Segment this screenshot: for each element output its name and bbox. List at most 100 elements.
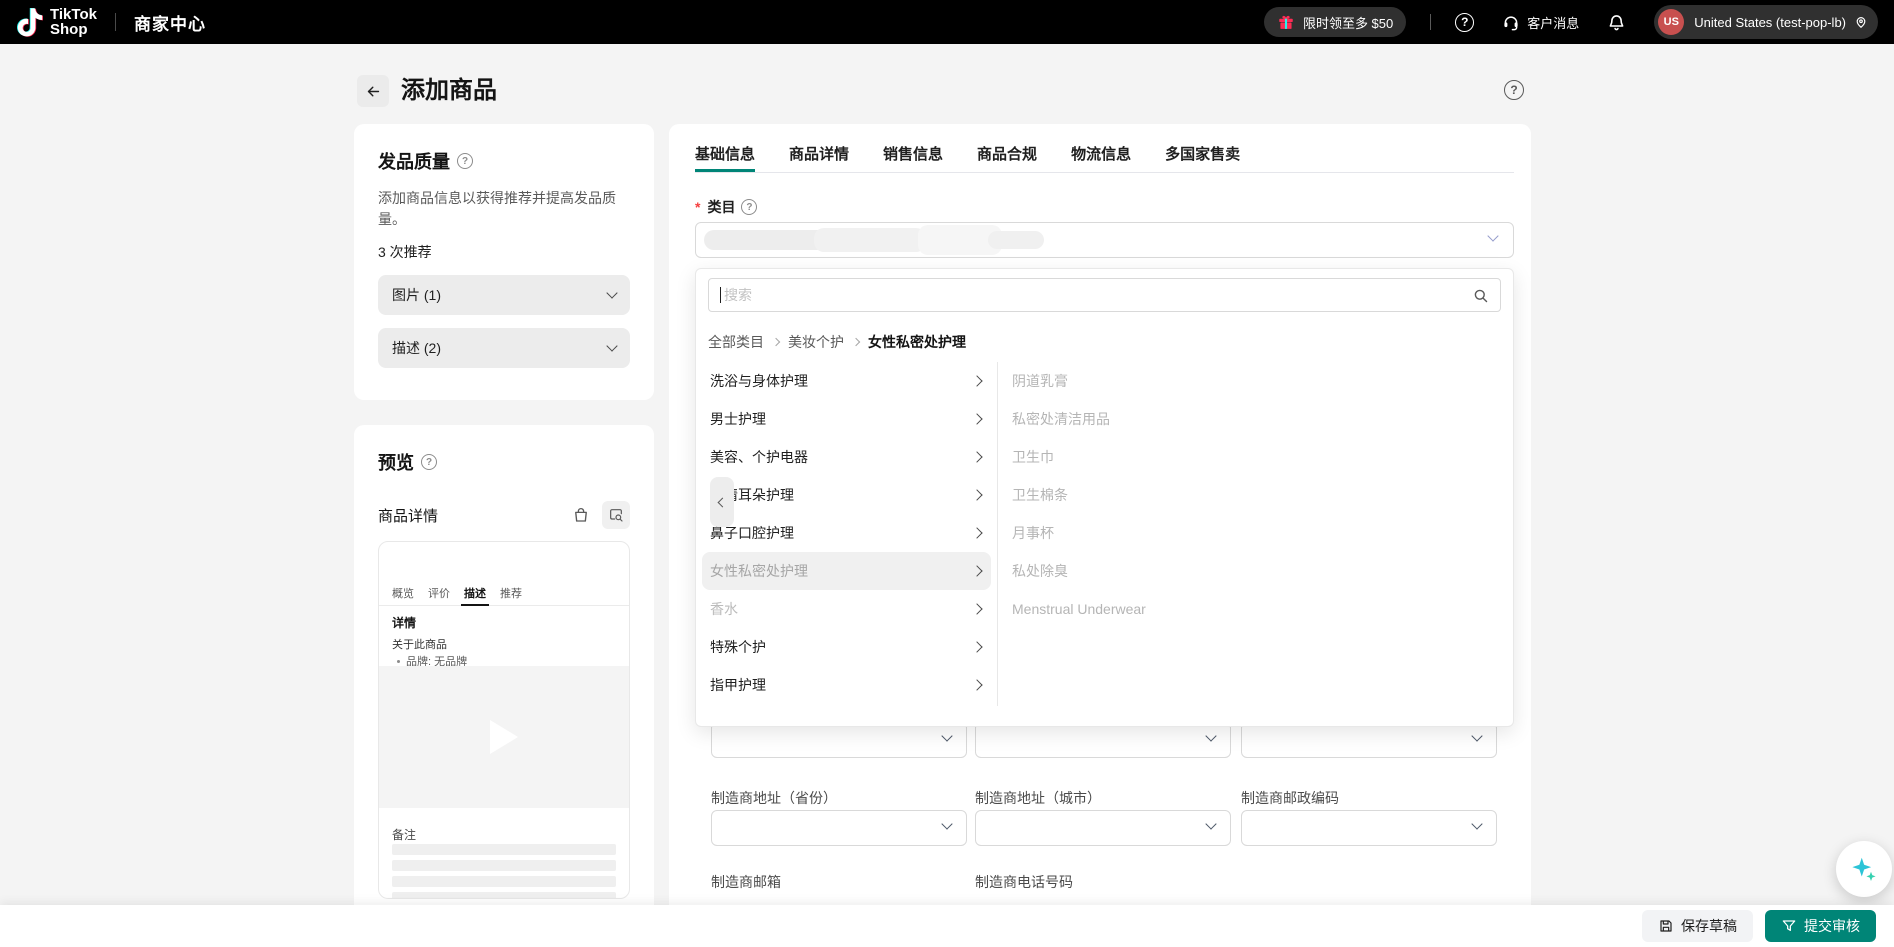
- back-button[interactable]: [357, 75, 389, 107]
- category-item[interactable]: 洗浴与身体护理: [696, 362, 997, 400]
- category-help-icon[interactable]: ?: [741, 199, 757, 215]
- preview-help-icon[interactable]: ?: [421, 454, 437, 470]
- collapse-panel-button[interactable]: [710, 477, 734, 527]
- category-item[interactable]: 男士护理: [696, 400, 997, 438]
- page-help-icon[interactable]: ?: [1504, 80, 1524, 100]
- tab-sales-info[interactable]: 销售信息: [883, 140, 943, 172]
- subcategory-item: Menstrual Underwear: [1012, 590, 1513, 628]
- shopping-bag-icon[interactable]: [572, 506, 590, 524]
- category-field-label: 类目: [707, 197, 735, 217]
- form-tab-bar: 基础信息 商品详情 销售信息 商品合规 物流信息 多国家售卖: [695, 140, 1514, 173]
- region-code-badge: US: [1658, 9, 1684, 35]
- preview-tab-reviews: 评价: [428, 584, 450, 605]
- preview-inspect-button[interactable]: [602, 501, 630, 529]
- category-select[interactable]: [695, 222, 1514, 258]
- quality-group-label: 图片 (1): [392, 285, 441, 305]
- category-item[interactable]: 鼻子口腔护理: [696, 514, 997, 552]
- quality-group-description[interactable]: 描述 (2): [378, 328, 630, 368]
- subcategory-item: 私处除臭: [1012, 552, 1513, 590]
- text-caret: [720, 287, 721, 303]
- search-icon: [1472, 287, 1489, 304]
- seller-center-title: 商家中心: [134, 10, 206, 35]
- category-search-input[interactable]: [722, 286, 1472, 304]
- quality-group-label: 描述 (2): [392, 338, 441, 358]
- help-icon[interactable]: ?: [1455, 13, 1474, 32]
- subcategory-item: 卫生棉条: [1012, 476, 1513, 514]
- subcategory-item: 阴道乳膏: [1012, 362, 1513, 400]
- manufacturer-select[interactable]: [975, 722, 1231, 758]
- tab-basic-info[interactable]: 基础信息: [695, 140, 755, 172]
- category-dropdown: 全部类目 美妆个护 女性私密处护理 洗浴与身体护理 男士护理 美容、个护电器 眼…: [695, 268, 1514, 727]
- breadcrumb-all-categories[interactable]: 全部类目: [708, 332, 764, 352]
- tiktok-note-icon: [16, 6, 44, 38]
- chevron-left-icon: [717, 497, 727, 507]
- headset-icon: [1502, 13, 1520, 31]
- customer-messages-label: 客户消息: [1527, 13, 1579, 32]
- preview-notes-heading: 备注: [392, 826, 416, 843]
- subcategory-item: 私密处清洁用品: [1012, 400, 1513, 438]
- quality-description: 添加商品信息以获得推荐并提高发品质量。: [378, 188, 630, 230]
- preview-panel-title: 预览: [378, 449, 414, 475]
- chevron-right-icon: [852, 338, 860, 346]
- breadcrumb-feminine-care[interactable]: 女性私密处护理: [868, 332, 966, 352]
- tab-multi-country[interactable]: 多国家售卖: [1165, 140, 1240, 172]
- sparkle-icon: [1849, 854, 1879, 884]
- chevron-down-icon: [606, 287, 617, 298]
- category-item-selected[interactable]: 女性私密处护理: [702, 552, 991, 590]
- chevron-right-icon: [971, 527, 982, 538]
- logo-text-top: TikTok: [50, 7, 97, 22]
- page-magnifier-icon: [608, 507, 624, 523]
- save-icon: [1658, 918, 1674, 934]
- quality-help-icon[interactable]: ?: [457, 153, 473, 169]
- chevron-down-icon: [606, 340, 617, 351]
- tab-product-detail[interactable]: 商品详情: [789, 140, 849, 172]
- manufacturer-city-select[interactable]: [975, 810, 1231, 846]
- notifications-button[interactable]: [1607, 13, 1626, 32]
- play-icon: [490, 720, 518, 754]
- chevron-right-icon: [971, 641, 982, 652]
- skeleton-blob: [814, 228, 926, 252]
- tab-compliance[interactable]: 商品合规: [977, 140, 1037, 172]
- chevron-right-icon: [971, 679, 982, 690]
- manufacturer-select[interactable]: [711, 722, 967, 758]
- category-search-box[interactable]: [708, 278, 1501, 312]
- tiktok-shop-logo[interactable]: TikTok Shop: [16, 6, 97, 38]
- category-item[interactable]: 美容、个护电器: [696, 438, 997, 476]
- region-selector[interactable]: US United States (test-pop-lb): [1654, 5, 1878, 39]
- preview-skeleton-lines: [392, 844, 616, 899]
- submit-icon: [1781, 918, 1797, 934]
- quality-panel-title: 发品质量: [378, 148, 450, 174]
- manufacturer-select[interactable]: [1241, 722, 1497, 758]
- quality-group-images[interactable]: 图片 (1): [378, 275, 630, 315]
- category-breadcrumb: 全部类目 美妆个护 女性私密处护理: [708, 332, 1501, 352]
- customer-messages-button[interactable]: 客户消息: [1502, 13, 1579, 32]
- category-item[interactable]: 指甲护理: [696, 666, 997, 704]
- promo-label: 限时领至多 $50: [1303, 13, 1393, 32]
- location-pin-icon: [1854, 15, 1868, 29]
- action-footer: 保存草稿 提交审核: [0, 905, 1894, 947]
- submit-review-button[interactable]: 提交审核: [1765, 910, 1876, 942]
- promo-banner[interactable]: 限时领至多 $50: [1264, 7, 1406, 37]
- manufacturer-phone-label: 制造商电话号码: [975, 872, 1073, 892]
- preview-video-placeholder: [379, 666, 629, 808]
- preview-tab-description: 描述: [464, 584, 486, 605]
- manufacturer-province-select[interactable]: [711, 810, 967, 846]
- preview-about-heading: 关于此商品: [392, 636, 447, 652]
- manufacturer-zip-label: 制造商邮政编码: [1241, 788, 1339, 808]
- category-item[interactable]: 特殊个护: [696, 628, 997, 666]
- skeleton-blob: [988, 231, 1044, 249]
- chevron-down-icon: [1487, 230, 1498, 241]
- save-draft-button[interactable]: 保存草稿: [1642, 910, 1753, 942]
- listing-quality-panel: 发品质量 ? 添加商品信息以获得推荐并提高发品质量。 3 次推荐 图片 (1) …: [354, 124, 654, 400]
- category-list-level1: 洗浴与身体护理 男士护理 美容、个护电器 眼睛耳朵护理 鼻子口腔护理 女性私密处…: [696, 362, 998, 706]
- top-header: TikTok Shop 商家中心 限时领至多 $50 ? 客户消息: [0, 0, 1894, 44]
- category-item-disabled: 香水: [696, 590, 997, 628]
- category-item[interactable]: 眼睛耳朵护理: [696, 476, 997, 514]
- chevron-right-icon: [772, 338, 780, 346]
- breadcrumb-beauty-care[interactable]: 美妆个护: [788, 332, 844, 352]
- manufacturer-zip-select[interactable]: [1241, 810, 1497, 846]
- tab-logistics[interactable]: 物流信息: [1071, 140, 1131, 172]
- recommendation-count: 3 次推荐: [378, 242, 630, 262]
- ai-assistant-button[interactable]: [1836, 841, 1892, 897]
- chevron-right-icon: [971, 451, 982, 462]
